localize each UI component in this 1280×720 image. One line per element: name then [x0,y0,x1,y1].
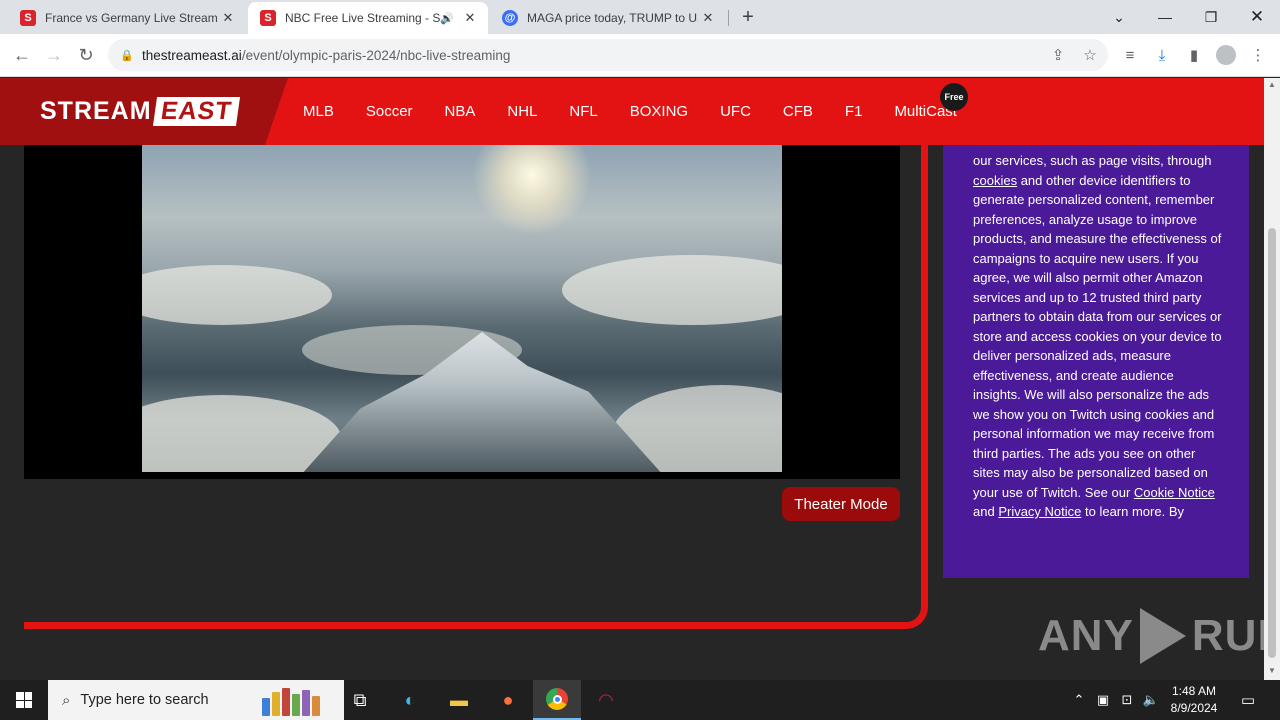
app-swirl-icon[interactable]: ◠ [582,680,630,720]
tab-search-chevron-down-icon[interactable]: ⌄ [1096,0,1142,34]
volume-icon[interactable]: 🔈 [1140,680,1162,720]
tray-device-icon[interactable]: ▣ [1092,680,1114,720]
tab-title: NBC Free Live Streaming - S [285,11,441,25]
site-header: STREAM EAST MLB Soccer NBA NHL NFL BOXIN… [0,78,1264,145]
video-player[interactable] [24,145,900,479]
cookie-notice-link[interactable]: Cookie Notice [1134,485,1215,500]
notification-icon[interactable]: ▭ [1234,680,1262,720]
close-tab-icon[interactable]: ✕ [218,8,238,28]
privacy-notice-link[interactable]: Privacy Notice [998,504,1081,519]
download-icon[interactable]: ⤓ [1148,41,1176,69]
cookie-consent-panel: our services, such as page visits, throu… [943,145,1249,578]
nav-nba[interactable]: NBA [445,103,476,120]
streameast-favicon-icon: S [20,10,36,26]
tray-chevron-up-icon[interactable]: ⌃ [1068,680,1090,720]
logo-stream-text: STREAM [40,97,152,125]
tab-nbc-streaming[interactable]: S NBC Free Live Streaming - S 🔊 ✕ [248,2,488,34]
taskbar-search-placeholder: Type here to search [80,692,209,708]
browser-toolbar: ← → ↻ 🔒 thestreameast.ai/event/olympic-p… [0,34,1280,77]
reload-icon[interactable]: ↻ [72,41,100,69]
edge-browser-icon[interactable]: ◐ [386,680,434,720]
task-view-icon[interactable]: ⧉ [336,680,384,720]
consent-text: to learn more. By [1081,504,1184,519]
minimize-icon[interactable]: — [1142,0,1188,34]
theater-mode-button[interactable]: Theater Mode [782,487,900,521]
consent-text: and other device identifiers to generate… [973,172,1222,500]
cloud [142,395,342,472]
taskbar-search-box[interactable]: ⌕ Type here to search [48,680,344,720]
page-viewport: STREAM EAST MLB Soccer NBA NHL NFL BOXIN… [0,78,1264,680]
file-explorer-icon[interactable]: ▬ [435,680,483,720]
consent-text: and [973,504,999,519]
play-logo-icon [1139,608,1186,664]
close-window-icon[interactable]: ✕ [1234,0,1280,34]
nav-nfl[interactable]: NFL [569,103,597,120]
nav-soccer[interactable]: Soccer [366,103,413,120]
clock-date: 8/9/2024 [1170,701,1218,715]
scroll-up-arrow-icon[interactable]: ▲ [1267,80,1277,89]
tab-title: France vs Germany Live Streamin [45,11,218,25]
new-tab-button[interactable]: + [737,6,759,28]
tab-maga-price[interactable]: @ MAGA price today, TRUMP to US ✕ [490,2,726,34]
streameast-logo[interactable]: STREAM EAST [40,97,240,126]
windows-start-button[interactable] [0,680,48,720]
tab-strip: S France vs Germany Live Streamin ✕ S NB… [0,0,1280,34]
tab-separator [728,10,729,26]
back-arrow-icon[interactable]: ← [8,41,36,69]
sun-glow [472,145,592,235]
scrollbar-thumb[interactable] [1268,228,1276,658]
cookies-link[interactable]: cookies [973,173,1017,188]
profile-avatar-icon[interactable] [1212,41,1240,69]
url-text[interactable]: thestreameast.ai/event/olympic-paris-202… [142,48,510,63]
video-frame-mountains[interactable] [142,145,782,472]
share-icon[interactable]: ⇪ [1044,39,1072,71]
page-scrollbar[interactable]: ▲ ▼ [1264,78,1280,680]
tab-france-germany[interactable]: S France vs Germany Live Streamin ✕ [8,2,246,34]
watermark-text: ANY [1038,611,1134,660]
search-icon: ⌕ [62,691,71,709]
network-icon[interactable]: ⊡ [1116,680,1138,720]
consent-text: our services, such as page visits, throu… [973,153,1212,168]
address-bar[interactable]: 🔒 thestreameast.ai/event/olympic-paris-2… [108,39,1108,71]
nav-nhl[interactable]: NHL [507,103,537,120]
speaker-icon[interactable]: 🔊 [440,12,454,25]
tab-title: MAGA price today, TRUMP to US [527,11,698,25]
free-badge: Free [940,83,968,111]
firefox-icon[interactable]: ● [484,680,532,720]
search-highlight-books-icon [262,686,336,716]
cloud [562,255,782,325]
lock-icon[interactable]: 🔒 [120,49,134,62]
cloud [142,265,332,325]
media-controls-icon[interactable]: ≡ [1116,41,1144,69]
streameast-favicon-icon: S [260,10,276,26]
logo-east-text: EAST [152,97,240,126]
nav-mlb[interactable]: MLB [303,103,334,120]
coin-favicon-icon: @ [502,10,518,26]
close-tab-icon[interactable]: ✕ [460,8,480,28]
windows-logo-icon [16,692,32,708]
nav-boxing[interactable]: BOXING [630,103,688,120]
taskbar-clock[interactable]: 1:48 AM 8/9/2024 [1166,683,1222,717]
nav-f1[interactable]: F1 [845,103,863,120]
chrome-icon[interactable] [533,680,581,720]
bookmark-star-icon[interactable]: ☆ [1076,39,1104,71]
scroll-down-arrow-icon[interactable]: ▼ [1267,666,1277,675]
restore-icon[interactable]: ❐ [1188,0,1234,34]
nav-ufc[interactable]: UFC [720,103,751,120]
side-panel-icon[interactable]: ▮ [1180,41,1208,69]
menu-kebab-icon[interactable]: ⋮ [1244,41,1272,69]
windows-taskbar: ⌕ Type here to search ⧉ ◐ ▬ ● ◠ ⌃ ▣ ⊡ 🔈 … [0,680,1280,720]
main-nav: MLB Soccer NBA NHL NFL BOXING UFC CFB F1… [303,78,989,145]
nav-cfb[interactable]: CFB [783,103,813,120]
watermark-text: RUN [1191,611,1264,660]
clock-time: 1:48 AM [1171,684,1217,698]
anyrun-watermark: ANY RUN [1038,608,1264,664]
forward-arrow-icon[interactable]: → [40,41,68,69]
close-tab-icon[interactable]: ✕ [698,8,718,28]
